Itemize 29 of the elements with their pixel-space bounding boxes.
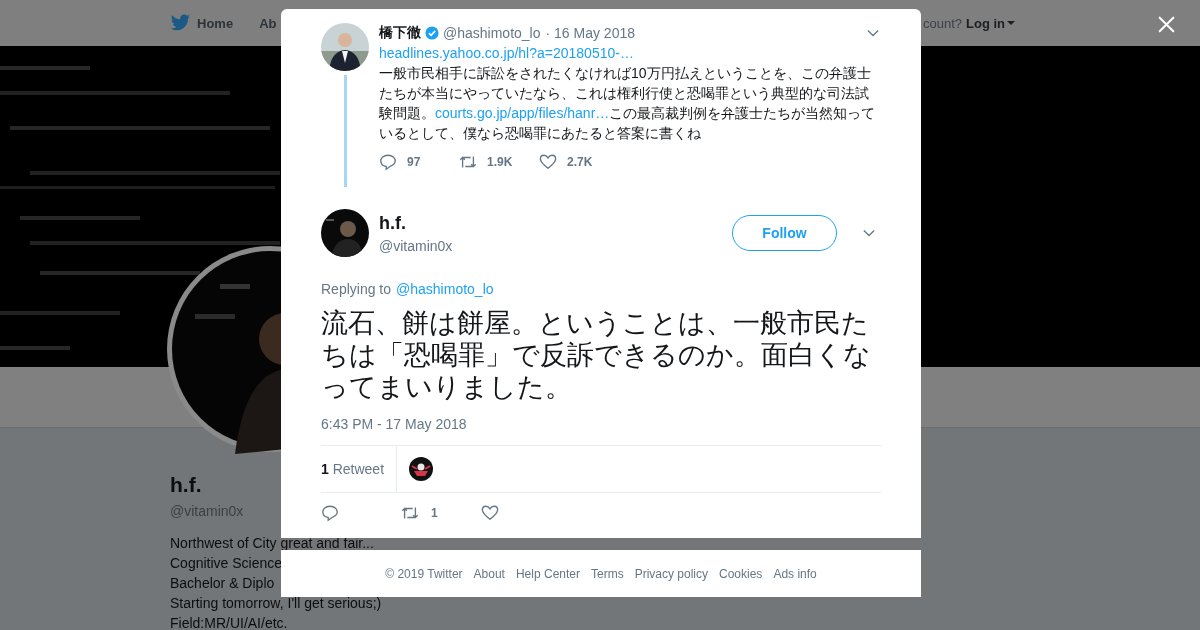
nav-link[interactable]: Ab bbox=[259, 15, 277, 31]
reply-icon[interactable] bbox=[321, 504, 339, 522]
close-icon[interactable] bbox=[1158, 16, 1175, 33]
bio-line: Northwest of City great and fair... bbox=[170, 534, 374, 553]
tweet-timestamp: 6:43 PM - 17 May 2018 bbox=[321, 416, 468, 432]
bio-line: Cognitive Science bbox=[170, 554, 283, 573]
footer-link[interactable]: Help Center bbox=[515, 566, 580, 581]
account-prompt: count? bbox=[922, 15, 962, 31]
login-link[interactable]: Log in bbox=[966, 15, 1015, 31]
author-name: 橋下徹 bbox=[379, 24, 421, 42]
footer-link[interactable]: Terms bbox=[591, 566, 624, 581]
heart-icon[interactable] bbox=[481, 504, 499, 522]
nav-link[interactable]: Home bbox=[197, 15, 234, 31]
action-count: 1 bbox=[431, 506, 438, 520]
bio-line: Bachelor & Diplo bbox=[170, 574, 275, 593]
footer-link[interactable]: Ads info bbox=[773, 566, 817, 581]
copyright-text: © 2019 Twitter bbox=[385, 566, 463, 581]
tweet-date: · 16 May 2018 bbox=[545, 25, 635, 41]
profile-name: h.f. bbox=[170, 473, 202, 497]
retweet-count[interactable]: 1 Retweet bbox=[321, 461, 397, 477]
bird-icon bbox=[170, 14, 191, 32]
footer-link[interactable]: About bbox=[473, 566, 505, 581]
footer-link[interactable]: Cookies bbox=[719, 566, 763, 581]
author-handle: @hashimoto_lo bbox=[443, 25, 541, 41]
profile-handle: @vitamin0x bbox=[170, 503, 244, 519]
bio-line: Field:MR/UI/AI/etc. bbox=[170, 614, 288, 630]
chevron-down-icon[interactable] bbox=[867, 29, 879, 37]
bio-line: Starting tomorrow, I'll get serious;) bbox=[170, 594, 382, 613]
footer-link[interactable]: Privacy policy bbox=[634, 566, 708, 581]
